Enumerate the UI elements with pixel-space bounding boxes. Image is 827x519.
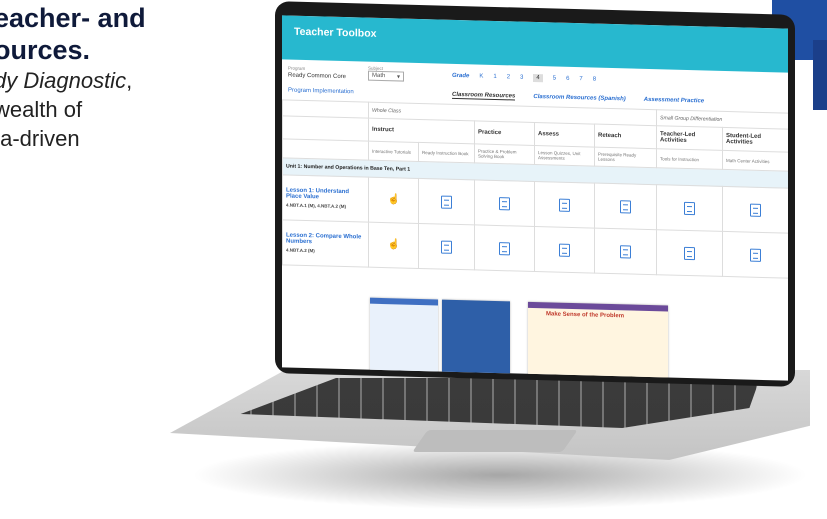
tab-classroom-resources-spanish[interactable]: Classroom Resources (Spanish): [533, 94, 625, 103]
lesson-link[interactable]: Lesson 2: Compare Whole Numbers: [286, 232, 365, 246]
laptop-trackpad: [412, 430, 578, 452]
column-practice: Practice: [474, 120, 535, 146]
subcolumn-practice-book: Practice & Problem Solving Book: [474, 143, 535, 165]
document-icon[interactable]: [441, 195, 452, 209]
tab-assessment-practice[interactable]: Assessment Practice: [644, 97, 704, 106]
promo-heading-line1: eacher- and: [0, 3, 146, 33]
promo-text: eacher- and ources. dy Diagnostic, wealt…: [0, 2, 194, 153]
document-icon[interactable]: [750, 203, 762, 217]
document-icon[interactable]: [499, 241, 510, 255]
tap-icon[interactable]: ☝: [388, 239, 400, 251]
promo-body-line3: ta-driven: [0, 126, 80, 151]
grade-selector: Grade K 1 2 3 4 5 6 7 8: [452, 72, 596, 84]
subcolumn-math-center: Math Center Activities: [722, 150, 788, 172]
grade-2[interactable]: 2: [507, 74, 510, 80]
grade-8[interactable]: 8: [593, 77, 596, 83]
document-icon[interactable]: [499, 196, 510, 210]
grade-3[interactable]: 3: [520, 75, 523, 81]
program-value[interactable]: Ready Common Core: [288, 73, 346, 81]
resource-thumbnails: Make Sense of the Problem: [282, 285, 788, 381]
column-assess: Assess: [534, 122, 595, 148]
document-icon[interactable]: [559, 198, 570, 212]
grade-6[interactable]: 6: [566, 76, 569, 82]
lesson-standards: 4.NBT.A.1 (M), 4.NBT.A.2 (M): [286, 202, 347, 210]
tap-icon[interactable]: ☝: [388, 194, 400, 206]
grade-7[interactable]: 7: [579, 76, 582, 82]
subcolumn-prerequisite: Prerequisite Ready Lessons: [594, 147, 657, 168]
subcolumn-interactive-tutorials: Interactive Tutorials: [368, 141, 419, 162]
resource-table: Whole Class Small Group Differentiation …: [282, 99, 788, 279]
lesson-cell: Lesson 1: Understand Place Value 4.NBT.A…: [282, 174, 369, 223]
resource-tabs: Classroom Resources Classroom Resources …: [452, 91, 704, 106]
document-icon[interactable]: [559, 243, 570, 257]
column-reteach: Reteach: [594, 124, 657, 149]
lesson-cell: Lesson 2: Compare Whole Numbers 4.NBT.A.…: [282, 219, 369, 268]
grade-5[interactable]: 5: [553, 75, 556, 81]
lesson-link[interactable]: Lesson 1: Understand Place Value: [286, 187, 365, 201]
grade-label: Grade: [452, 72, 470, 80]
chevron-down-icon: ▾: [396, 73, 400, 80]
document-icon[interactable]: [441, 240, 452, 254]
column-student-led: Student-Led Activities: [722, 127, 788, 153]
subject-select[interactable]: Math ▾: [368, 70, 404, 82]
thumbnail-2[interactable]: [442, 299, 510, 377]
document-icon[interactable]: [620, 244, 632, 259]
program-control: Program Ready Common Core: [288, 66, 346, 81]
program-implementation-link[interactable]: Program Implementation: [288, 88, 354, 96]
document-icon[interactable]: [684, 246, 696, 260]
document-icon[interactable]: [684, 201, 696, 215]
subcolumn-ready-instruction-book: Ready Instruction Book: [418, 142, 475, 163]
program-label: Program: [288, 65, 306, 71]
promo-body-line1: dy Diagnostic,: [0, 68, 133, 93]
tab-classroom-resources[interactable]: Classroom Resources: [452, 91, 516, 101]
decorative-corner-edge: [813, 40, 827, 110]
subcolumn-quizzes: Lesson Quizzes, Unit Assessments: [534, 145, 595, 167]
document-icon[interactable]: [750, 248, 762, 262]
subject-control: Subject Math ▾: [368, 66, 404, 82]
subcolumn-tools: Tools for Instruction: [656, 148, 723, 170]
subject-select-value: Math: [372, 72, 386, 80]
laptop-screen: Teacher Toolbox Program Ready Common Cor…: [282, 15, 788, 381]
grade-1[interactable]: 1: [493, 74, 496, 80]
thumbnail-heading: Make Sense of the Problem: [546, 311, 625, 320]
grade-4[interactable]: 4: [533, 73, 543, 83]
lesson-standards: 4.NBT.A.2 (M): [286, 247, 315, 254]
thumbnail-1[interactable]: [370, 297, 438, 381]
column-instruct: Instruct: [368, 118, 475, 144]
grade-k[interactable]: K: [479, 74, 483, 80]
promo-heading-line2: ources.: [0, 35, 91, 65]
thumbnail-3[interactable]: Make Sense of the Problem: [528, 301, 668, 381]
promo-body-line2: wealth of: [0, 97, 83, 122]
document-icon[interactable]: [620, 199, 632, 214]
column-teacher-led: Teacher-Led Activities: [656, 125, 723, 151]
